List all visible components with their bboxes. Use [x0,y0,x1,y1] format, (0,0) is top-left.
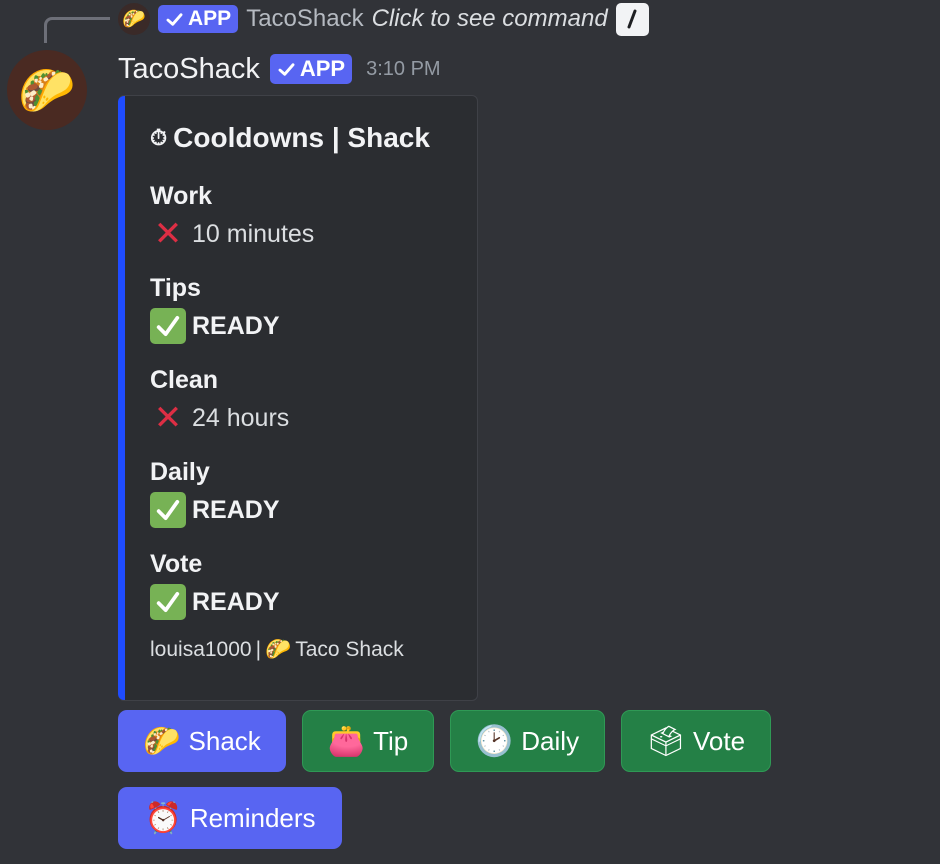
slash-command-icon[interactable] [615,2,649,36]
vote-button[interactable]: 🗳 Vote [621,710,771,772]
footer-username: louisa1000 [150,638,252,661]
shack-button-label: Shack [188,725,261,756]
reply-connector [44,17,110,43]
field-tips: Tips READY [150,270,280,346]
field-name: Vote [150,550,203,578]
taco-avatar-icon: 🌮 [118,3,150,35]
shack-button[interactable]: 🌮 Shack [118,710,286,772]
field-value-text: READY [192,588,280,616]
field-value-text: 10 minutes [192,220,315,248]
field-value: READY [150,582,280,622]
check-mark-icon [150,308,186,344]
embed-title: ⏱ Cooldowns | Shack [150,122,430,154]
field-value: ✕ 10 minutes [150,214,315,254]
embed-footer: louisa1000 | 🌮 Taco Shack [150,638,404,662]
field-value: ✕ 24 hours [150,398,290,438]
app-badge-label: APP [188,7,232,30]
app-badge-label: APP [299,56,346,81]
field-name: Work [150,182,213,210]
taco-icon: 🌮 [143,724,181,758]
checkmark-icon [278,62,295,76]
tip-button-label: Tip [373,725,409,756]
field-value-text: 24 hours [192,404,290,432]
app-badge: APP [158,5,239,33]
reminders-button[interactable]: ⏰ Reminders [118,787,342,849]
field-name: Daily [150,458,210,486]
tip-button[interactable]: 👛 Tip [302,710,434,772]
reply-command-text[interactable]: Click to see command [372,5,608,33]
clock-icon: 🕑 [475,724,514,758]
taco-avatar-icon[interactable]: 🌮 [7,50,87,130]
reply-reference[interactable]: 🌮 APP TacoShack Click to see command [118,2,649,36]
field-name: Tips [150,274,201,302]
cross-mark-icon: ✕ [153,215,183,253]
field-vote: Vote READY [150,546,280,622]
message-timestamp[interactable]: 3:10 PM [366,58,440,81]
footer-shop-name: Taco Shack [295,638,404,661]
field-value: READY [150,306,280,346]
app-badge: APP [269,54,353,84]
vote-button-label: Vote [693,725,746,756]
reminders-button-label: Reminders [189,802,316,833]
stopwatch-icon: ⏱ [150,125,168,150]
cross-mark-icon: ✕ [153,399,183,437]
cooldowns-embed: ⏱ Cooldowns | Shack Work ✕ 10 minutes Ti… [118,95,478,701]
field-value: READY [150,490,280,530]
daily-button-label: Daily [521,725,580,756]
field-clean: Clean ✕ 24 hours [150,362,289,438]
field-name: Clean [150,366,219,394]
daily-button[interactable]: 🕑 Daily [450,710,605,772]
check-mark-icon [150,492,186,528]
message-username[interactable]: TacoShack [118,53,260,86]
field-value-text: READY [192,496,280,524]
field-daily: Daily READY [150,454,280,530]
ballot-box-icon: 🗳 [646,724,686,758]
checkmark-icon [166,12,183,26]
purse-icon: 👛 [327,724,366,758]
message-header: TacoShack APP 3:10 PM [118,50,441,88]
field-work: Work ✕ 10 minutes [150,178,314,254]
footer-separator: | [255,638,262,661]
reply-username[interactable]: TacoShack [246,5,363,33]
taco-icon: 🌮 [265,638,292,661]
alarm-clock-icon: ⏰ [144,801,182,835]
check-mark-icon [150,584,186,620]
embed-accent-bar [118,96,125,700]
embed-title-text: Cooldowns | Shack [173,122,430,153]
field-value-text: READY [192,312,280,340]
